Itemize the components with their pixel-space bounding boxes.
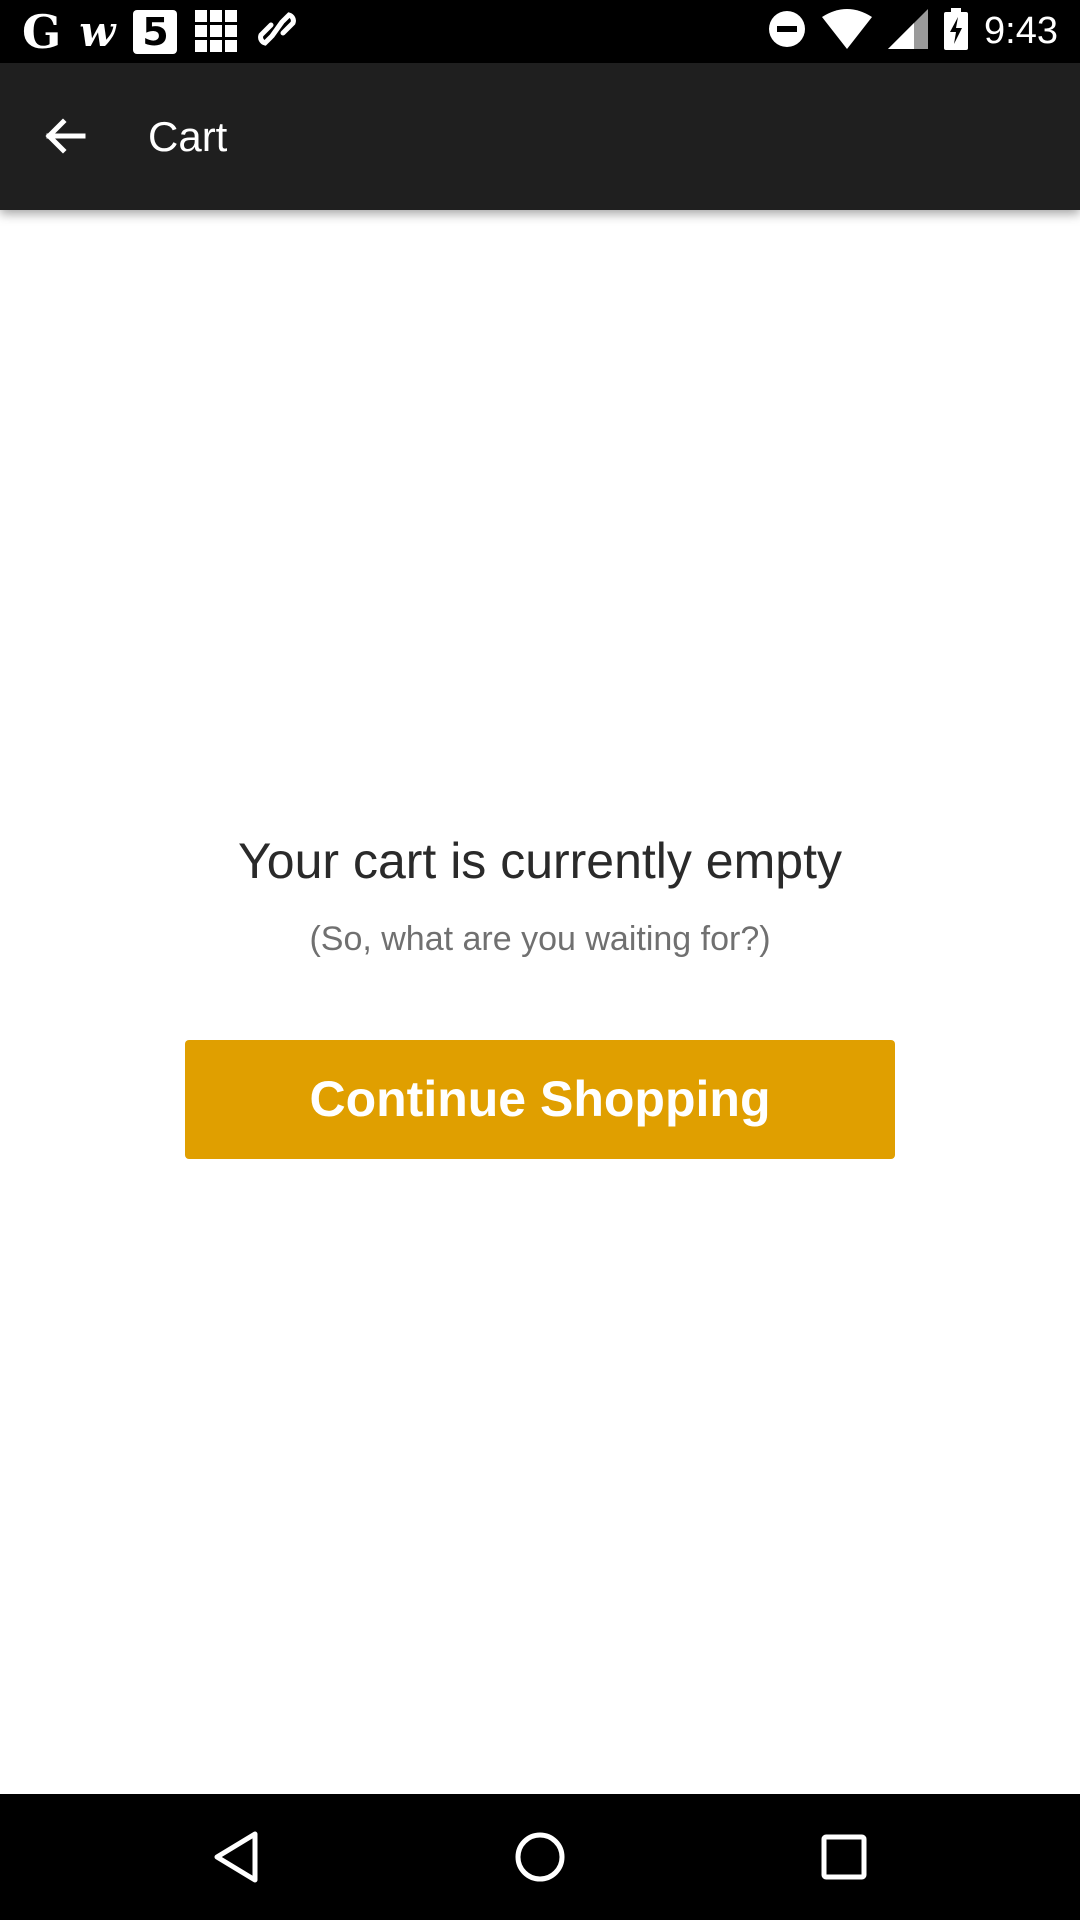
app-bar: Cart <box>0 63 1080 210</box>
g-app-icon: G <box>22 4 62 59</box>
grid-app-icon <box>195 9 239 54</box>
cell-signal-icon <box>888 9 929 54</box>
nav-back-icon <box>214 1831 258 1883</box>
wifi-icon <box>822 9 873 54</box>
system-icons: 9:43 <box>768 8 1058 55</box>
back-button[interactable] <box>32 103 98 169</box>
empty-cart-subtitle: (So, what are you waiting for?) <box>309 920 771 958</box>
notification-icons: G w 5 <box>22 8 297 55</box>
nav-home-icon <box>515 1832 565 1882</box>
nav-recents-icon <box>821 1834 867 1880</box>
arrow-left-icon <box>45 118 86 154</box>
five-app-icon: 5 <box>133 9 178 54</box>
w-app-icon: w <box>79 6 116 56</box>
nav-back-button[interactable] <box>196 1817 276 1897</box>
navigation-bar <box>0 1794 1080 1920</box>
nav-home-button[interactable] <box>500 1817 580 1897</box>
screen: G w 5 9:43 Cart Your cart is currently e… <box>0 0 1080 1920</box>
empty-cart-title: Your cart is currently empty <box>238 833 842 889</box>
do-not-disturb-icon <box>768 10 806 53</box>
battery-charging-icon <box>944 8 969 55</box>
status-bar: G w 5 9:43 <box>0 0 1080 63</box>
nav-recents-button[interactable] <box>804 1817 884 1897</box>
status-time: 9:43 <box>984 10 1058 52</box>
continue-shopping-button[interactable]: Continue Shopping <box>185 1040 895 1159</box>
link-icon <box>257 7 297 56</box>
page-title: Cart <box>148 113 228 160</box>
